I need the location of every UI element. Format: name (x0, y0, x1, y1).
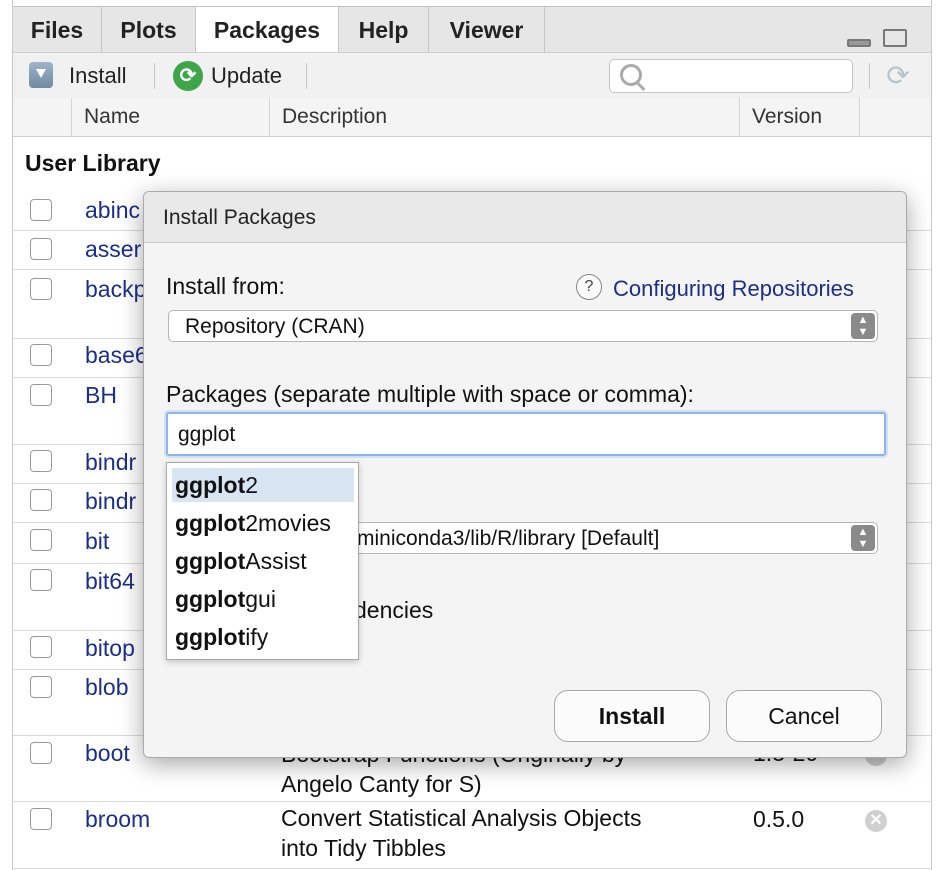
tab-packages[interactable]: Packages (196, 7, 339, 54)
tab-bar: Files Plots Packages Help Viewer (13, 6, 931, 54)
package-name-link[interactable]: abinc (85, 197, 140, 224)
maximize-pane-icon[interactable] (883, 29, 907, 47)
packages-field[interactable] (166, 412, 886, 456)
help-icon[interactable]: ? (576, 274, 602, 300)
package-autocomplete-list: ggplot2 ggplot2movies ggplotAssist ggplo… (166, 462, 359, 660)
minimize-pane-icon[interactable] (847, 39, 871, 47)
package-name-link[interactable]: backp (85, 276, 146, 303)
cancel-button[interactable]: Cancel (726, 690, 882, 742)
package-search-input[interactable] (650, 62, 844, 90)
tab-plots[interactable]: Plots (102, 7, 196, 53)
column-header-remove (859, 98, 931, 136)
install-from-value: Repository (CRAN) (185, 315, 365, 338)
install-library-value: miniconda3/lib/R/library [Default] (357, 527, 660, 550)
package-description: Convert Statistical Analysis Objects into… (281, 805, 642, 861)
select-arrows-icon: ▲ ▼ (851, 525, 875, 551)
autocomplete-item[interactable]: ggplotAssist (172, 544, 354, 578)
package-name-link[interactable]: bit (85, 528, 109, 555)
column-header-name[interactable]: Name (71, 98, 269, 136)
tab-viewer[interactable]: Viewer (429, 7, 545, 53)
packages-input[interactable] (176, 420, 870, 450)
package-name-link[interactable]: asser (85, 236, 141, 263)
refresh-icon[interactable]: ⟳ (883, 61, 913, 91)
autocomplete-item[interactable]: ggplotgui (172, 582, 354, 616)
toolbar-divider (154, 63, 155, 89)
update-button[interactable]: Update (211, 53, 282, 99)
package-checkbox[interactable] (30, 676, 52, 698)
package-search[interactable] (609, 59, 853, 93)
column-header-version[interactable]: Version (739, 98, 859, 136)
package-checkbox[interactable] (30, 808, 52, 830)
package-name-link[interactable]: BH (85, 382, 117, 409)
install-from-select[interactable]: Repository (CRAN) ▲ ▼ (168, 310, 878, 342)
select-arrows-icon: ▲ ▼ (851, 313, 875, 339)
table-header: Name Description Version (13, 98, 931, 137)
package-checkbox[interactable] (30, 238, 52, 260)
section-title-user-library: User Library (25, 150, 161, 176)
package-version: 0.5.0 (753, 806, 805, 832)
dialog-title: Install Packages (163, 206, 316, 229)
package-checkbox[interactable] (30, 344, 52, 366)
package-name-link[interactable]: boot (85, 740, 130, 767)
packages-toolbar: Install ⟳ Update ⟳ (13, 52, 931, 100)
package-checkbox[interactable] (30, 742, 52, 764)
install-button[interactable]: Install (69, 53, 126, 99)
autocomplete-item[interactable]: ggplot2 (172, 468, 354, 502)
autocomplete-item[interactable]: ggplotify (172, 620, 354, 654)
install-from-label: Install from: (166, 273, 285, 299)
install-icon[interactable] (29, 62, 53, 88)
remove-package-icon[interactable]: ✕ (865, 810, 887, 832)
column-header-description[interactable]: Description (269, 98, 739, 136)
autocomplete-item[interactable]: ggplot2movies (172, 506, 354, 540)
tab-files[interactable]: Files (13, 7, 102, 53)
package-checkbox[interactable] (30, 450, 52, 472)
install-button[interactable]: Install (554, 690, 710, 742)
package-checkbox[interactable] (30, 489, 52, 511)
package-name-link[interactable]: base6 (85, 342, 148, 369)
package-name-link[interactable]: bindr (85, 488, 136, 515)
package-name-link[interactable]: bitop (85, 635, 135, 662)
package-checkbox[interactable] (30, 569, 52, 591)
tab-help[interactable]: Help (339, 7, 429, 53)
install-dependencies-label: dencies (354, 597, 434, 623)
table-row: broom Convert Statistical Analysis Objec… (13, 802, 931, 869)
package-checkbox[interactable] (30, 384, 52, 406)
update-icon[interactable]: ⟳ (173, 61, 203, 91)
dialog-titlebar[interactable]: Install Packages (144, 192, 906, 243)
toolbar-divider (306, 63, 307, 89)
package-checkbox[interactable] (30, 636, 52, 658)
configuring-repositories-link[interactable]: Configuring Repositories (613, 276, 854, 302)
packages-label: Packages (separate multiple with space o… (166, 381, 694, 407)
package-name-link[interactable]: bit64 (85, 568, 135, 595)
package-name-link[interactable]: bindr (85, 449, 136, 476)
package-checkbox[interactable] (30, 278, 52, 300)
package-name-link[interactable]: broom (85, 806, 150, 833)
package-name-link[interactable]: blob (85, 674, 128, 701)
toolbar-divider (869, 63, 870, 89)
search-icon (620, 64, 642, 86)
package-checkbox[interactable] (30, 199, 52, 221)
package-checkbox[interactable] (30, 529, 52, 551)
